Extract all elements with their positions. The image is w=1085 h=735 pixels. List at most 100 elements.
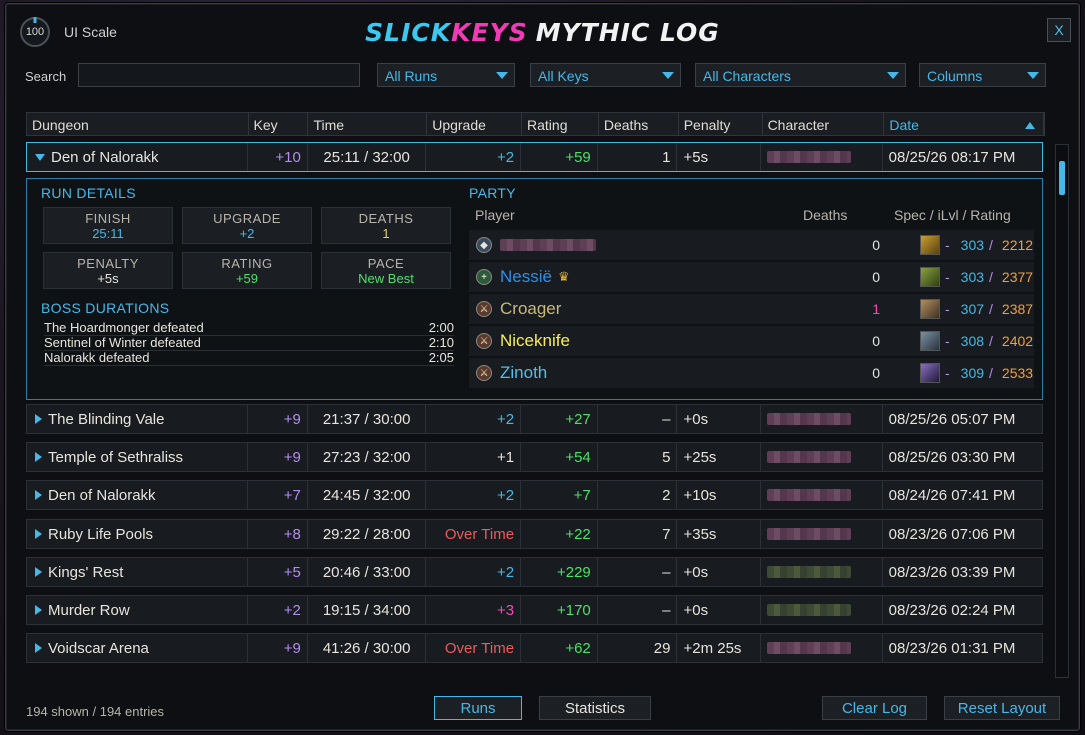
date-cell: 08/25/26 08:17 PM [888, 148, 1016, 166]
stat-rating-value: +59 [235, 271, 259, 286]
penalty-cell: +0s [677, 405, 762, 433]
chevron-down-icon [662, 72, 674, 79]
close-icon: X [1054, 22, 1064, 38]
date-cell: 08/23/26 01:31 PM [888, 639, 1016, 657]
deaths-cell: 1 [598, 143, 678, 171]
stat-pace-value: New Best [358, 271, 414, 286]
dungeon-cell: Voidscar Arena [27, 634, 249, 662]
filter-bar: Search All Runs All Keys All Characters … [25, 63, 1049, 89]
columns-dropdown[interactable]: Columns [919, 63, 1046, 87]
deaths-cell: – [598, 558, 678, 586]
column-header-rating[interactable]: Rating [522, 113, 599, 135]
search-input[interactable] [78, 63, 360, 87]
expand-icon[interactable] [35, 605, 42, 615]
rating-cell: +54 [521, 443, 598, 471]
scrollbar-thumb[interactable] [1059, 161, 1065, 195]
character-cell [761, 520, 883, 548]
character-cell [761, 443, 883, 471]
key-cell: +5 [248, 558, 308, 586]
column-header-penalty[interactable]: Penalty [679, 113, 763, 135]
rating-cell: +7 [521, 481, 598, 509]
dungeon-cell: Murder Row [27, 596, 249, 624]
table-row[interactable]: Den of Nalorakk +7 24:45 / 32:00 +2 +7 2… [26, 480, 1043, 510]
table-row[interactable]: Kings' Rest +5 20:46 / 33:00 +2 +229 – +… [26, 557, 1043, 587]
keys-filter-dropdown[interactable]: All Keys [530, 63, 681, 87]
party-header-player: Player [475, 207, 515, 223]
expand-icon[interactable] [35, 490, 42, 500]
title-slick: SLICK [365, 18, 452, 47]
party-member-name: Croager [500, 299, 562, 318]
column-header-character[interactable]: Character [763, 113, 885, 135]
expand-icon[interactable] [35, 567, 42, 577]
stat-upgrade-label: UPGRADE [213, 211, 281, 226]
tab-runs[interactable]: Runs [434, 696, 522, 720]
column-header-key[interactable]: Key [249, 113, 309, 135]
chevron-down-icon [496, 72, 508, 79]
separator: - [945, 365, 950, 381]
character-name-redacted [767, 642, 852, 654]
runs-filter-dropdown[interactable]: All Runs [377, 63, 515, 87]
rating-cell: +22 [521, 520, 598, 548]
column-header-time[interactable]: Time [308, 113, 428, 135]
column-header-upgrade[interactable]: Upgrade [427, 113, 523, 135]
column-header-date-label: Date [889, 117, 919, 133]
boss-name: Sentinel of Winter defeated [44, 335, 201, 350]
separator: / [989, 333, 993, 349]
party-member-ilvl: 309 [960, 365, 985, 381]
rating-cell: +170 [521, 596, 598, 624]
penalty-cell: +10s [677, 481, 762, 509]
dungeon-name: Murder Row [48, 601, 130, 619]
expand-icon[interactable] [35, 643, 42, 653]
table-scrollbar[interactable] [1055, 144, 1069, 678]
boss-line: Sentinel of Winter defeated 2:10 [44, 335, 454, 351]
spec-icon [920, 299, 940, 319]
date-cell: 08/24/26 07:41 PM [888, 486, 1016, 504]
character-cell [761, 481, 883, 509]
collapse-icon[interactable] [35, 153, 45, 161]
dungeon-cell: Temple of Sethraliss [27, 443, 249, 471]
column-header-date[interactable]: Date [884, 113, 1044, 135]
characters-filter-dropdown[interactable]: All Characters [695, 63, 906, 87]
boss-time: 2:05 [428, 350, 454, 365]
expand-icon[interactable] [35, 414, 42, 424]
spec-icon [920, 363, 940, 383]
tank-role-icon: ◆ [476, 237, 492, 253]
character-name-redacted [767, 451, 852, 463]
title-rest: MYTHIC LOG [535, 18, 720, 47]
party-member-deaths: 1 [872, 301, 880, 317]
separator: - [945, 269, 950, 285]
party-member-row: + Nessië ♛ 0 -303/ 2377 [469, 262, 1034, 293]
table-row-expanded[interactable]: Den of Nalorakk +10 25:11 / 32:00 +2 +59… [26, 142, 1043, 172]
character-cell [761, 405, 883, 433]
dungeon-name: Den of Nalorakk [51, 148, 159, 166]
damage-role-icon: ⚔ [476, 365, 492, 381]
key-cell: +8 [248, 520, 308, 548]
table-row[interactable]: Ruby Life Pools +8 29:22 / 28:00 Over Ti… [26, 519, 1043, 549]
table-row[interactable]: Temple of Sethraliss +9 27:23 / 32:00 +1… [26, 442, 1043, 472]
expand-icon[interactable] [35, 529, 42, 539]
column-header-deaths[interactable]: Deaths [599, 113, 679, 135]
party-header-deaths: Deaths [803, 207, 848, 223]
upgrade-cell: +3 [426, 596, 522, 624]
character-name-redacted [767, 604, 852, 616]
table-row[interactable]: Voidscar Arena +9 41:26 / 30:00 Over Tim… [26, 633, 1043, 663]
column-header-dungeon[interactable]: Dungeon [27, 113, 249, 135]
separator: - [945, 333, 950, 349]
close-button[interactable]: X [1047, 18, 1071, 42]
table-row[interactable]: Murder Row +2 19:15 / 34:00 +3 +170 – +0… [26, 595, 1043, 625]
window-title: SLICKKEYS MYTHIC LOG [6, 18, 1079, 47]
table-row[interactable]: The Blinding Vale +9 21:37 / 30:00 +2 +2… [26, 404, 1043, 434]
party-member-name: Zinoth [500, 363, 548, 382]
reset-layout-button[interactable]: Reset Layout [944, 696, 1060, 720]
party-member-row: ⚔ Niceknife 0 -308/ 2402 [469, 326, 1034, 357]
penalty-cell: +35s [677, 520, 762, 548]
clear-log-button[interactable]: Clear Log [822, 696, 927, 720]
sort-ascending-icon [1025, 122, 1035, 129]
run-details-title: RUN DETAILS [41, 185, 136, 201]
tab-statistics[interactable]: Statistics [539, 696, 651, 720]
deaths-cell: 7 [598, 520, 678, 548]
party-member-rating: 2387 [1001, 301, 1034, 317]
party-member-deaths: 0 [872, 333, 880, 349]
expand-icon[interactable] [35, 452, 42, 462]
penalty-cell: +0s [677, 558, 762, 586]
